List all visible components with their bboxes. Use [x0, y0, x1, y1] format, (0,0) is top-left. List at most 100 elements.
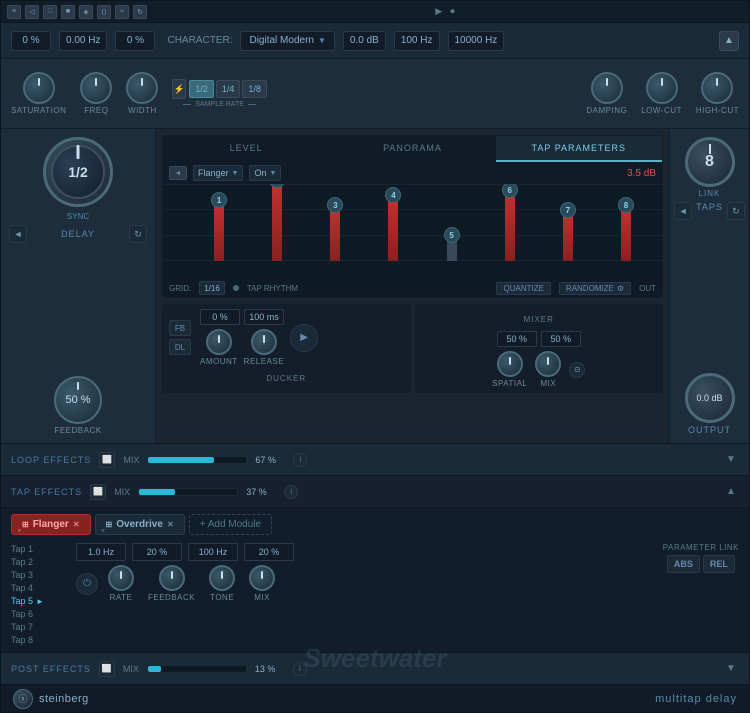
mix-value[interactable]: 20 % [244, 543, 294, 561]
rel-button[interactable]: REL [703, 555, 735, 573]
high-cut-value[interactable]: 10000 Hz [448, 31, 505, 51]
sr-half-button[interactable]: 1/2 [189, 80, 214, 98]
icon-wave[interactable]: ≈ [115, 5, 129, 19]
icon-grid[interactable]: ◈ [79, 5, 93, 19]
fb-button[interactable]: FB [169, 320, 191, 336]
spatial-knob[interactable] [497, 351, 523, 377]
delay-knob[interactable]: 1/2 [43, 137, 113, 207]
tap-item-6[interactable]: Tap 6 [11, 608, 66, 620]
tap-bypass-button[interactable]: ⬜ [90, 484, 106, 500]
tap-info-icon[interactable]: i [284, 485, 298, 499]
post-bypass-button[interactable]: ⬜ [99, 661, 115, 677]
effect-mix-knob[interactable] [249, 565, 275, 591]
taps-right-btn[interactable]: ↻ [727, 202, 745, 220]
taps-left-btn[interactable]: ◄ [674, 202, 692, 220]
bar-5[interactable]: 5 [426, 241, 478, 261]
bar-6[interactable]: 6 [484, 196, 536, 261]
icon-back[interactable]: ◁ [25, 5, 39, 19]
power-button[interactable]: ⏻ [76, 573, 98, 595]
bar-4[interactable]: 4 [367, 201, 419, 261]
add-module-button[interactable]: + Add Module [189, 514, 272, 535]
randomize-button[interactable]: RANDOMIZE ⚙ [559, 282, 631, 295]
post-chevron[interactable]: ▼ [723, 661, 739, 677]
damping-knob[interactable] [591, 72, 623, 104]
quantize-button[interactable]: QUANTIZE [496, 282, 550, 295]
feedback-value[interactable]: 20 % [132, 543, 182, 561]
post-mix-bar[interactable] [147, 665, 247, 673]
toggle-select[interactable]: On ▼ [249, 165, 281, 181]
tab-tap-parameters[interactable]: TAP PARAMETERS [496, 136, 662, 162]
loop-chevron[interactable]: ▼ [723, 452, 739, 468]
grid-select[interactable]: 1/16 [199, 281, 225, 295]
mix-value[interactable]: 50 % [541, 331, 581, 347]
tap-item-2[interactable]: Tap 2 [11, 556, 66, 568]
bar-8[interactable]: 8 [600, 211, 652, 261]
high-cut-knob[interactable] [701, 72, 733, 104]
delay-left-arrow[interactable]: ◄ [9, 225, 27, 243]
post-info-icon[interactable]: i [293, 662, 307, 676]
param-feedback-knob[interactable] [159, 565, 185, 591]
tap-chevron[interactable]: ▲ [723, 484, 739, 500]
mix-knob[interactable] [535, 351, 561, 377]
width-knob[interactable] [126, 72, 158, 104]
db-value[interactable]: 0.0 dB [343, 31, 386, 51]
feedback-knob[interactable]: 50 % [54, 376, 102, 424]
icon-brackets[interactable]: ⟨⟩ [97, 5, 111, 19]
low-cut-value[interactable]: 100 Hz [394, 31, 440, 51]
bar-1[interactable]: 1 [193, 206, 245, 261]
icon-refresh[interactable]: ↻ [133, 5, 147, 19]
tab-panorama[interactable]: PANORAMA [329, 136, 495, 162]
play-button[interactable]: ▶ [290, 324, 318, 352]
sr-eighth-button[interactable]: 1/8 [242, 80, 267, 98]
expand-button[interactable]: ▲ [719, 31, 739, 51]
sample-rate-label: SAMPLE RATE [191, 101, 248, 108]
bar-7[interactable]: 7 [542, 216, 594, 261]
release-knob[interactable] [251, 329, 277, 355]
rate-knob[interactable] [108, 565, 134, 591]
tap-item-3[interactable]: Tap 3 [11, 569, 66, 581]
ducker-amount-value[interactable]: 0 % [200, 309, 240, 325]
tone-knob[interactable] [209, 565, 235, 591]
spatial-icon[interactable]: ⊙ [569, 362, 585, 378]
character-select[interactable]: Digital Modern ▼ [240, 31, 334, 51]
flanger-module[interactable]: ⊞ Flanger ✕ ▼ [11, 514, 91, 535]
tap-item-4[interactable]: Tap 4 [11, 582, 66, 594]
freq-knob[interactable] [80, 72, 112, 104]
delay-right-arrow[interactable]: ↻ [129, 225, 147, 243]
amount-knob[interactable] [206, 329, 232, 355]
sr-quarter-button[interactable]: 1/4 [216, 80, 241, 98]
tone-value[interactable]: 100 Hz [188, 543, 238, 561]
icon-menu[interactable]: ≡ [7, 5, 21, 19]
icon-record[interactable]: ■ [61, 5, 75, 19]
loop-bypass-button[interactable]: ⬜ [99, 452, 115, 468]
overdrive-close[interactable]: ✕ [167, 520, 174, 529]
tap-item-1[interactable]: Tap 1 [11, 543, 66, 555]
flanger-close[interactable]: ✕ [73, 520, 80, 529]
saturation-knob[interactable] [23, 72, 55, 104]
bar-2[interactable]: 2 [251, 186, 303, 261]
bar-3[interactable]: 3 [309, 211, 361, 261]
icon-square[interactable]: □ [43, 5, 57, 19]
left-arrow-btn[interactable]: ◄ [169, 166, 187, 180]
loop-mix-bar[interactable] [147, 456, 247, 464]
abs-button[interactable]: ABS [667, 555, 700, 573]
lightning-icon[interactable]: ⚡ [172, 79, 186, 99]
loop-info-icon[interactable]: i [293, 453, 307, 467]
taps-knob[interactable]: 8 [685, 137, 735, 187]
output-knob[interactable]: 0.0 dB [685, 373, 735, 423]
ducker-release-value[interactable]: 100 ms [244, 309, 284, 325]
filter-select[interactable]: Flanger ▼ [193, 165, 243, 181]
overdrive-module[interactable]: ⊞ Overdrive ✕ ▼ [95, 514, 185, 535]
rate-value[interactable]: 1.0 Hz [76, 543, 126, 561]
tap-item-8[interactable]: Tap 8 [11, 634, 66, 646]
tap-item-7[interactable]: Tap 7 [11, 621, 66, 633]
saturation-value[interactable]: 0 % [11, 31, 51, 51]
tap-item-5[interactable]: Tap 5 ► [11, 595, 66, 607]
tap-mix-bar[interactable] [138, 488, 238, 496]
dl-button[interactable]: DL [169, 339, 191, 355]
freq-value[interactable]: 0.00 Hz [59, 31, 107, 51]
tab-level[interactable]: LEVEL [163, 136, 329, 162]
low-cut-knob[interactable] [646, 72, 678, 104]
spatial-value[interactable]: 50 % [497, 331, 537, 347]
width-value[interactable]: 0 % [115, 31, 155, 51]
